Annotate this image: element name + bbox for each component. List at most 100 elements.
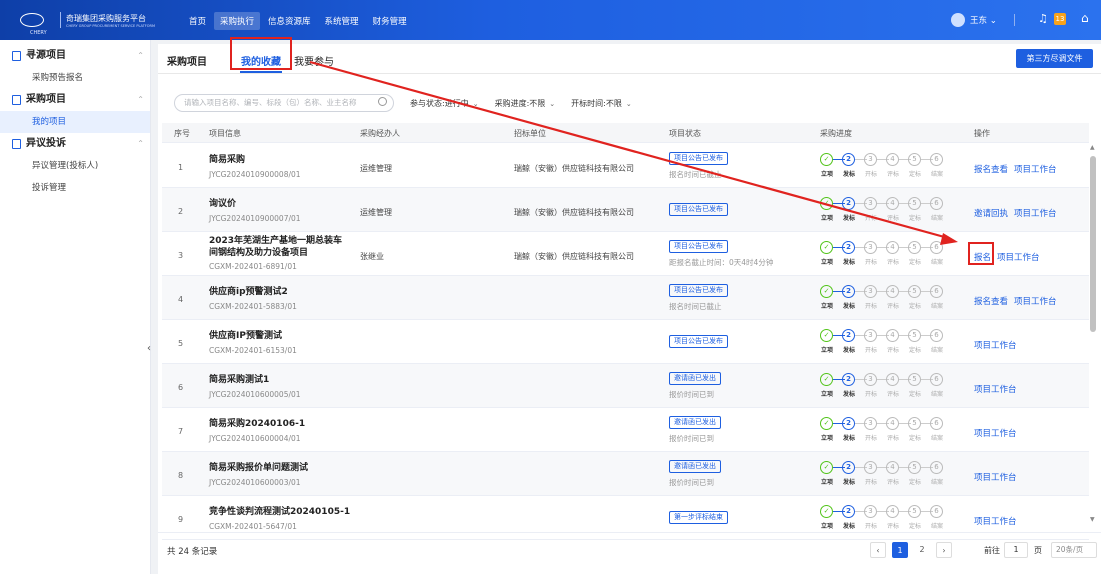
progress-label: 结案 [930,303,943,310]
project-name[interactable]: 供应商IP预警测试 [209,328,379,341]
tab-participate[interactable]: 我要参与 [294,53,334,68]
progress-step: 4 [886,285,899,298]
project-name[interactable]: 简易采购测试1 [209,372,379,385]
action-link[interactable]: 报名查看 [974,297,1008,307]
row-number: 9 [178,515,184,524]
scrollbar-thumb[interactable] [1090,156,1096,332]
nav-home[interactable]: 首页 [183,12,212,30]
project-name[interactable]: 供应商ip预警测试2 [209,284,379,297]
procurement-progress: ✓ 立项 2 发标 3 开标 4 评标 5 定标 6 结案 [820,197,950,227]
progress-label: 开标 [864,171,877,178]
sidebar-group-procurement[interactable]: 采购项目 ⌃ [0,89,150,111]
page-button[interactable]: 2 [914,542,930,558]
scroll-down-icon[interactable]: ▼ [1090,516,1095,523]
sidebar-item-my-projects[interactable]: 我的项目 [0,111,150,133]
page-size-select[interactable]: 20条/页 [1051,542,1097,558]
workbench-link[interactable]: 项目工作台 [974,429,1017,439]
prev-page-button[interactable]: ‹ [870,542,886,558]
scroll-up-icon[interactable]: ▲ [1090,144,1095,151]
progress-step: 5 [908,373,921,386]
bidding-org: 瑞鲸（安徽）供应链科技有限公司 [514,252,634,261]
project-name[interactable]: 2023年芜湖生产基地一期总装车 间钢结构及助力设备项目 [209,235,379,259]
table-row: 3 2023年芜湖生产基地一期总装车 间钢结构及助力设备项目 CGXM-202401… [162,232,1089,276]
project-name[interactable]: 简易采购报价单问题测试 [209,460,379,473]
progress-label: 定标 [908,523,921,530]
status-badge: 项目公告已发布 [669,152,728,165]
nav-system[interactable]: 系统管理 [319,12,365,30]
sidebar-group-objection[interactable]: 异议投诉 ⌃ [0,133,150,155]
status-note: 报名时间已截止 [669,302,722,311]
goto-label: 前往 [984,546,1000,555]
status-badge: 邀请函已发出 [669,372,721,385]
sidebar-item-preannounce[interactable]: 采购预告报名 [0,67,150,89]
progress-step: 4 [886,417,899,430]
table-row: 1 简易采购 JYCG2024010900008/01 运维管理 瑞鲸（安徽）供应链科技… [162,144,1089,188]
sidebar-group-sourcing[interactable]: 寻源项目 ⌃ [0,45,150,67]
filter-progress[interactable]: 采购进度:不限 ⌄ [495,98,556,109]
workbench-link[interactable]: 项目工作台 [1014,297,1057,307]
active-tab-underline [240,71,282,73]
collapse-sidebar-icon[interactable]: ‹ [144,341,154,357]
progress-step: 6 [930,505,943,518]
workbench-link[interactable]: 项目工作台 [1014,209,1057,219]
search-input[interactable]: 请输入项目名称、编号、标段（包）名称、业主名称 [174,94,394,112]
workbench-link[interactable]: 项目工作台 [974,517,1017,527]
project-code: CGXM-202401-5883/01 [209,302,297,311]
avatar[interactable] [951,13,965,27]
nav-procurement[interactable]: 采购执行 [214,12,261,30]
project-name[interactable]: 简易采购 [209,152,379,165]
project-code: JYCG2024010900007/01 [209,214,301,223]
progress-step: ✓ [820,329,833,342]
progress-step: 2 [842,505,855,518]
bell-icon[interactable]: ♫ [1038,12,1048,25]
progress-label: 结案 [930,391,943,398]
progress-step: 6 [930,329,943,342]
progress-step: ✓ [820,153,833,166]
progress-step: 6 [930,197,943,210]
sidebar-item-complaints[interactable]: 投诉管理 [0,177,150,199]
third-party-docs-button[interactable]: 第三方尽调文件 [1016,49,1093,68]
workbench-link[interactable]: 项目工作台 [974,473,1017,483]
nav-finance[interactable]: 财务管理 [367,12,413,30]
action-link[interactable]: 邀请回执 [974,209,1008,219]
project-name[interactable]: 简易采购20240106-1 [209,416,379,429]
workbench-link[interactable]: 项目工作台 [974,385,1017,395]
project-name[interactable]: 竞争性谈判流程测试20240105-1 [209,504,379,517]
home-icon[interactable]: ⌂ [1081,11,1089,25]
progress-label: 立项 [820,479,833,486]
page-input[interactable]: 1 [1004,542,1028,558]
progress-label: 开标 [864,303,877,310]
search-icon[interactable] [378,97,387,106]
col-header: 操作 [974,129,990,138]
vertical-scrollbar[interactable]: ▲ ▼ [1089,144,1097,524]
project-name[interactable]: 询议价 [209,196,379,209]
document-icon [12,51,21,61]
filter-open-time[interactable]: 开标时间:不限 ⌄ [571,98,632,109]
procurement-agent: 运维管理 [360,164,392,173]
row-actions: 邀请回执 项目工作台 [974,207,1063,219]
next-page-button[interactable]: › [936,542,952,558]
filter-participation[interactable]: 参与状态:进行中 ⌄ [410,98,479,109]
progress-label: 立项 [820,435,833,442]
status-note: 报价时间已到 [669,478,714,487]
tab-procurement-projects[interactable]: 采购项目 [167,53,207,68]
progress-label: 定标 [908,259,921,266]
page-button[interactable]: 1 [892,542,908,558]
procurement-agent: 张继业 [360,252,384,261]
row-number: 5 [178,339,184,348]
workbench-link[interactable]: 项目工作台 [1014,165,1057,175]
status-note: 报价时间已到 [669,434,714,443]
progress-label: 结案 [930,215,943,222]
tab-bar: 采购项目 我的收藏 我要参与 第三方尽调文件 [158,37,1101,74]
workbench-link[interactable]: 项目工作台 [974,341,1017,351]
workbench-link[interactable]: 项目工作台 [997,253,1040,263]
progress-label: 结案 [930,479,943,486]
user-menu[interactable]: 王东 ⌄ [970,14,997,26]
action-link[interactable]: 报名查看 [974,165,1008,175]
project-code: JYCG2024010900008/01 [209,170,301,179]
sidebar-item-objection-mgmt[interactable]: 异议管理(投标人) [0,155,150,177]
chevron-up-icon: ⌃ [137,139,144,148]
notification-badge[interactable]: 13 [1054,13,1066,25]
nav-resources[interactable]: 信息资源库 [262,12,317,30]
table-row: 4 供应商ip预警测试2 CGXM-202401-5883/01 项目公告已发布 报名时… [162,276,1089,320]
